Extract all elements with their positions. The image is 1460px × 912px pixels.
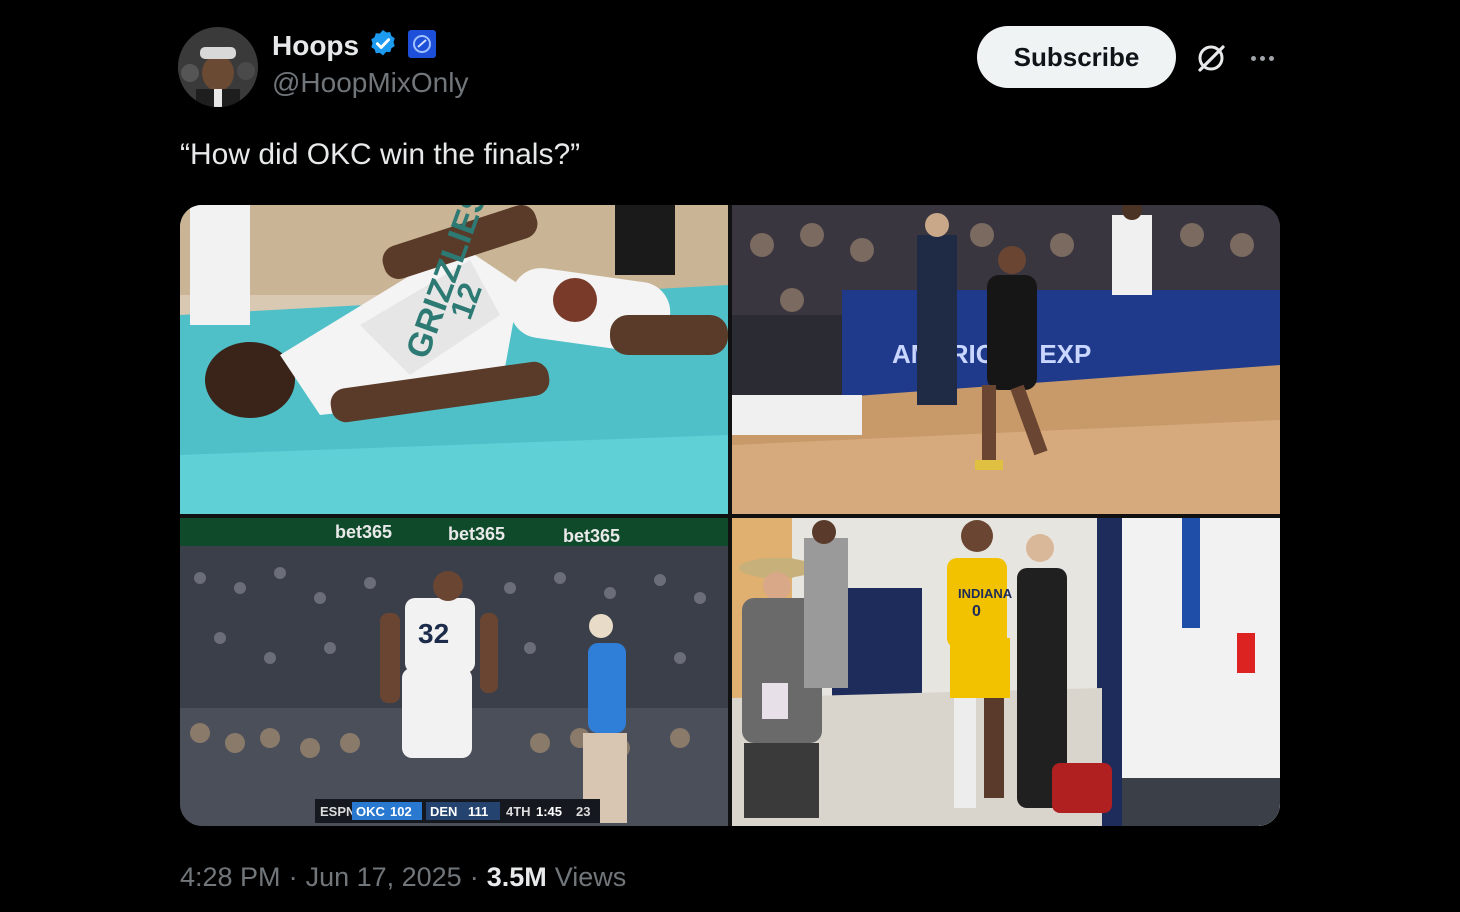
jersey-number-text: 0	[972, 603, 981, 620]
author-name[interactable]: Hoops	[272, 30, 359, 62]
tweet-time[interactable]: 4:28 PM	[180, 862, 281, 893]
jersey-number-text: 32	[418, 618, 449, 649]
scorebug-score2: 111	[468, 804, 488, 819]
scorebug-team2: DEN	[430, 804, 457, 819]
media-photo-4[interactable]: INDIANA 0	[732, 518, 1280, 826]
verified-badge-icon[interactable]	[367, 28, 399, 65]
media-photo-2[interactable]: AMERICAN EXP	[732, 205, 1280, 514]
tweet-text: “How did OKC win the finals?”	[180, 138, 581, 171]
ad-text: bet365	[563, 526, 620, 546]
ad-text: bet365	[335, 522, 392, 542]
more-dot	[1250, 55, 1256, 61]
scorebug-quarter: 4TH	[506, 804, 531, 819]
more-dot	[1259, 55, 1265, 61]
grok-icon[interactable]	[1193, 40, 1229, 76]
scorebug-score1: 102	[390, 804, 412, 819]
scorebug-team1: OKC	[356, 804, 386, 819]
affiliate-badge-icon[interactable]	[407, 29, 437, 64]
more-dot	[1268, 55, 1274, 61]
subscribe-button[interactable]: Subscribe	[977, 26, 1176, 88]
scorebug-shot-clock: 23	[576, 804, 590, 819]
scorebug-clock: 1:45	[536, 804, 562, 819]
avatar[interactable]	[178, 27, 258, 107]
tweet-date[interactable]: Jun 17, 2025	[306, 862, 462, 893]
more-icon[interactable]	[1244, 44, 1280, 72]
jersey-team-text: INDIANA	[958, 586, 1013, 601]
author-handle[interactable]: @HoopMixOnly	[272, 67, 468, 99]
author-name-row: Hoops	[272, 28, 437, 64]
scorebug-network: ESPN	[320, 804, 355, 819]
views-label[interactable]: Views	[555, 862, 627, 893]
media-photo-3[interactable]: bet365 bet365 bet365 32 ESPN OKC 102 DEN…	[180, 518, 728, 826]
media-grid: GRIZZLIES 12 AMERICAN EXP bet365 bet365 …	[180, 205, 1280, 826]
meta-separator: ·	[469, 862, 479, 892]
ad-text: bet365	[448, 524, 505, 544]
meta-separator: ·	[288, 862, 298, 892]
media-photo-1[interactable]: GRIZZLIES 12	[180, 205, 728, 514]
views-count[interactable]: 3.5M	[487, 862, 547, 893]
tweet-meta: 4:28 PM · Jun 17, 2025 · 3.5M Views	[180, 862, 626, 893]
